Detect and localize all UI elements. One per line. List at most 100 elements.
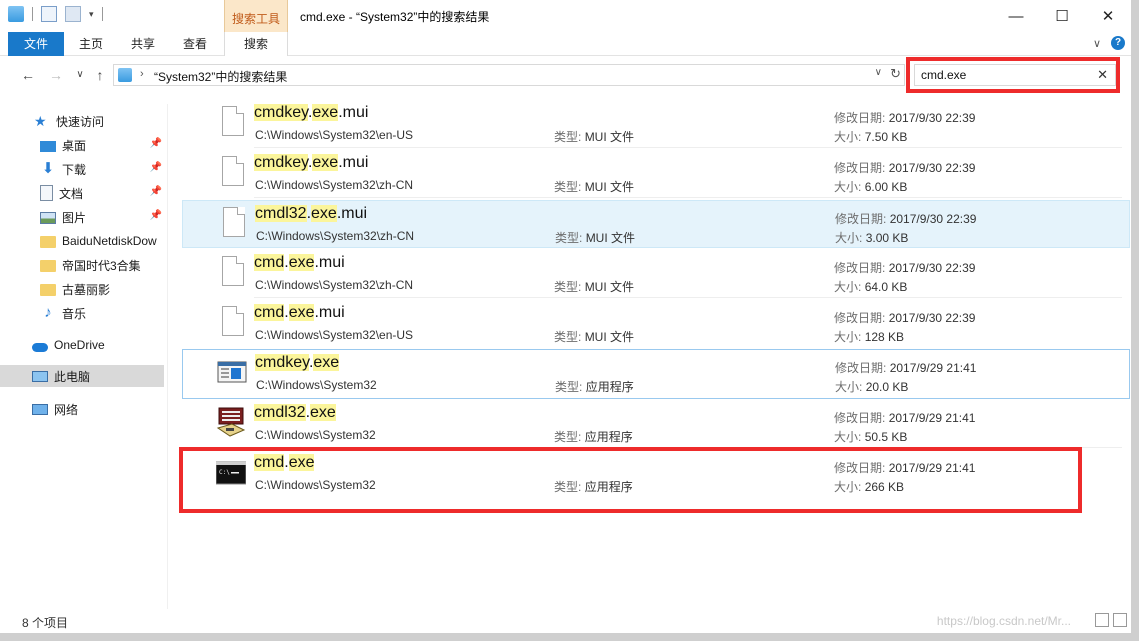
sidebar-item-age-of-empires[interactable]: 帝国时代3合集 xyxy=(0,254,164,276)
pin-icon[interactable]: 📌 xyxy=(150,186,162,197)
row-divider xyxy=(254,297,1122,298)
details-view-icon[interactable] xyxy=(1095,613,1109,627)
up-button[interactable]: ↑ xyxy=(90,65,110,85)
close-button[interactable]: ✕ xyxy=(1085,0,1131,32)
refresh-icon[interactable]: ↻ xyxy=(890,66,901,82)
address-dropdown-icon[interactable]: ∨ xyxy=(875,67,882,78)
result-row[interactable]: cmdkey.exe.mui C:\Windows\System32\en-US… xyxy=(182,100,1130,148)
file-name[interactable]: cmd.exe.mui xyxy=(254,304,345,322)
properties-icon[interactable] xyxy=(41,6,57,22)
file-size: 大小: 7.50 KB xyxy=(834,128,907,145)
type-label: 类型: xyxy=(554,130,582,144)
sidebar-item-label: 音乐 xyxy=(62,306,87,321)
date-value: 2017/9/30 22:39 xyxy=(888,161,976,175)
pin-icon[interactable]: 📌 xyxy=(150,162,162,173)
sidebar-item-onedrive[interactable]: OneDrive xyxy=(0,334,164,356)
new-folder-icon[interactable] xyxy=(65,6,81,22)
file-name[interactable]: cmdl32.exe xyxy=(254,404,336,422)
maximize-button[interactable]: ☐ xyxy=(1039,0,1085,32)
file-name[interactable]: cmdkey.exe xyxy=(255,354,340,372)
sidebar-item-network[interactable]: 网络 xyxy=(0,398,164,420)
size-value: 7.50 KB xyxy=(864,130,908,144)
sidebar-item-tomb-raider[interactable]: 古墓丽影 xyxy=(0,278,164,300)
file-type: 类型: 应用程序 xyxy=(554,428,633,445)
pin-icon[interactable]: 📌 xyxy=(150,210,162,221)
status-bar: 8 个项目 https://blog.csdn.net/Mr... xyxy=(0,609,1131,633)
file-size: 大小: 6.00 KB xyxy=(834,178,907,195)
pin-icon[interactable]: 📌 xyxy=(150,138,162,149)
window-controls: — ☐ ✕ xyxy=(993,0,1131,32)
result-row[interactable]: cmdkey.exe C:\Windows\System32 类型: 应用程序 … xyxy=(182,349,1130,399)
back-button[interactable]: ← xyxy=(18,65,38,85)
customize-qat-icon[interactable]: ▾ xyxy=(89,9,94,20)
date-value: 2017/9/29 21:41 xyxy=(889,361,977,375)
toolbar-divider xyxy=(101,7,103,21)
file-path: C:\Windows\System32\en-US xyxy=(255,128,414,142)
result-row[interactable]: cmdl32.exe.mui C:\Windows\System32\zh-CN… xyxy=(182,200,1130,248)
size-label: 大小: xyxy=(834,430,862,444)
file-type: 类型: MUI 文件 xyxy=(554,278,634,295)
quick-access-toolbar: ▾ xyxy=(8,6,103,22)
file-name[interactable]: cmdkey.exe.mui xyxy=(254,104,368,122)
sidebar-item-label: 网络 xyxy=(54,402,79,417)
folder-icon xyxy=(40,236,56,248)
type-value: MUI 文件 xyxy=(584,280,635,294)
cloud-icon xyxy=(32,342,48,352)
help-icon[interactable]: ? xyxy=(1111,36,1125,50)
size-label: 大小: xyxy=(835,231,863,245)
type-value: MUI 文件 xyxy=(584,330,635,344)
breadcrumb-chevron-icon[interactable]: › xyxy=(140,68,144,80)
sidebar-item-quick-access[interactable]: ★ 快速访问 xyxy=(0,110,164,132)
result-row[interactable]: cmd.exe.mui C:\Windows\System32\en-US 类型… xyxy=(182,300,1130,348)
context-tab-label: 搜索工具 xyxy=(231,12,280,26)
sidebar-item-baidunetdisk[interactable]: BaiduNetdiskDow xyxy=(0,230,164,252)
minimize-button[interactable]: — xyxy=(993,0,1039,32)
address-bar[interactable]: › “System32”中的搜索结果 ∨ ↻ xyxy=(113,64,905,86)
type-value: MUI 文件 xyxy=(584,180,635,194)
name-suffix: .mui xyxy=(314,304,345,321)
type-label: 类型: xyxy=(554,330,582,344)
result-row[interactable]: cmdkey.exe.mui C:\Windows\System32\zh-CN… xyxy=(182,150,1130,198)
tab-file[interactable]: 文件 xyxy=(8,32,64,56)
file-path: C:\Windows\System32\zh-CN xyxy=(255,178,414,192)
result-row[interactable]: cmd.exe.mui C:\Windows\System32\zh-CN 类型… xyxy=(182,250,1130,298)
sidebar-item-label: BaiduNetdiskDow xyxy=(62,234,157,248)
tab-view[interactable]: 查看 xyxy=(174,32,216,56)
name-match: cmd xyxy=(254,254,285,271)
name-match: exe xyxy=(311,205,337,222)
large-icons-view-icon[interactable] xyxy=(1113,613,1127,627)
size-label: 大小: xyxy=(834,330,862,344)
name-match: exe xyxy=(288,254,315,271)
file-name[interactable]: cmdkey.exe.mui xyxy=(254,154,368,172)
size-label: 大小: xyxy=(834,180,862,194)
date-label: 修改日期: xyxy=(834,161,886,175)
sidebar-item-desktop[interactable]: 桌面 📌 xyxy=(0,134,164,156)
date-label: 修改日期: xyxy=(834,261,886,275)
recent-locations-button[interactable]: ∨ xyxy=(70,65,90,85)
sidebar-item-label: OneDrive xyxy=(54,338,105,352)
tab-share[interactable]: 共享 xyxy=(122,32,164,56)
date-label: 修改日期: xyxy=(834,411,886,425)
file-name[interactable]: cmd.exe.mui xyxy=(254,254,345,272)
file-name[interactable]: cmdl32.exe.mui xyxy=(255,205,367,223)
expand-ribbon-icon[interactable]: ∨ xyxy=(1093,37,1101,50)
name-match: exe xyxy=(312,104,339,121)
result-row[interactable]: cmdl32.exe C:\Windows\System32 类型: 应用程序 … xyxy=(182,400,1130,448)
sidebar-item-pictures[interactable]: 图片 📌 xyxy=(0,206,164,228)
sidebar-item-documents[interactable]: 文档 📌 xyxy=(0,182,164,204)
date-value: 2017/9/30 22:39 xyxy=(889,212,977,226)
tab-home[interactable]: 主页 xyxy=(70,32,112,56)
tab-search[interactable]: 搜索 xyxy=(224,32,288,56)
date-label: 修改日期: xyxy=(834,311,886,325)
sidebar-item-label: 文档 xyxy=(59,186,84,201)
modified-date: 修改日期: 2017/9/30 22:39 xyxy=(834,159,975,176)
breadcrumb[interactable]: “System32”中的搜索结果 xyxy=(154,68,287,85)
sidebar-item-music[interactable]: ♪ 音乐 xyxy=(0,302,164,324)
forward-button[interactable]: → xyxy=(46,65,66,85)
sidebar-item-this-pc[interactable]: 此电脑 xyxy=(0,365,164,387)
sidebar-item-label: 古墓丽影 xyxy=(62,282,111,297)
size-value: 128 KB xyxy=(864,330,905,344)
modified-date: 修改日期: 2017/9/29 21:41 xyxy=(835,359,976,376)
sidebar-item-downloads[interactable]: ⬇ 下载 📌 xyxy=(0,158,164,180)
picture-icon xyxy=(40,212,56,224)
